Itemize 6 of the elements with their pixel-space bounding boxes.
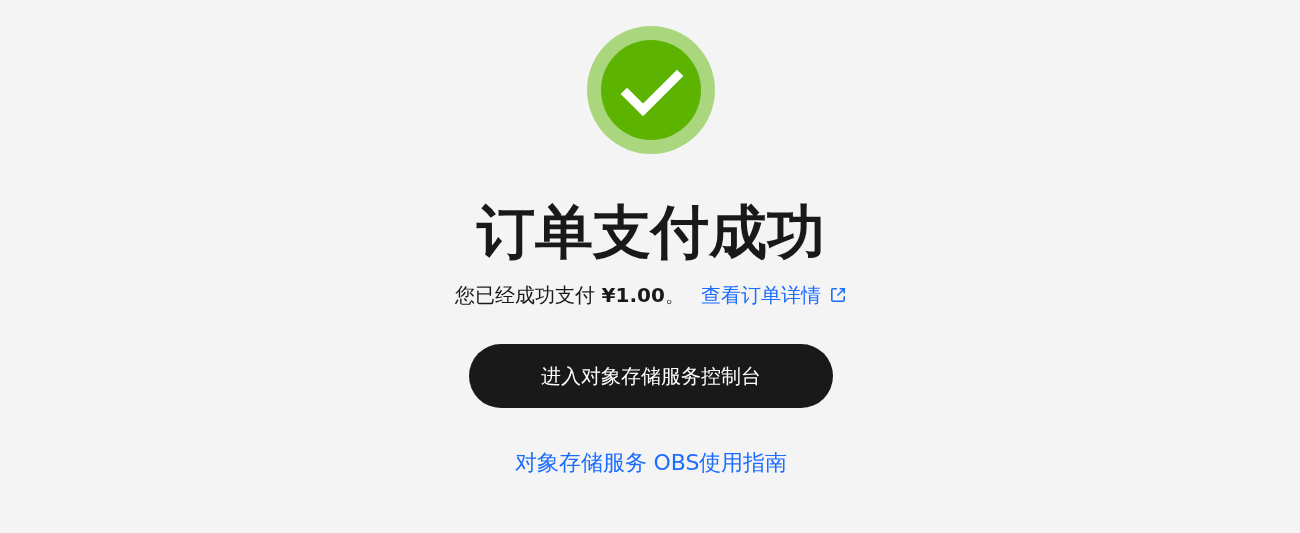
external-link-icon [828,286,847,304]
page-title: 订单支付成功 [477,197,825,268]
guide-link[interactable]: 对象存储服务 OBS使用指南 [514,448,788,478]
payment-message: 您已经成功支付 ¥1.00。 [455,282,685,309]
console-button[interactable]: 进入对象存储服务控制台 [469,344,833,408]
order-details-link[interactable]: 查看订单详情 [700,280,847,310]
